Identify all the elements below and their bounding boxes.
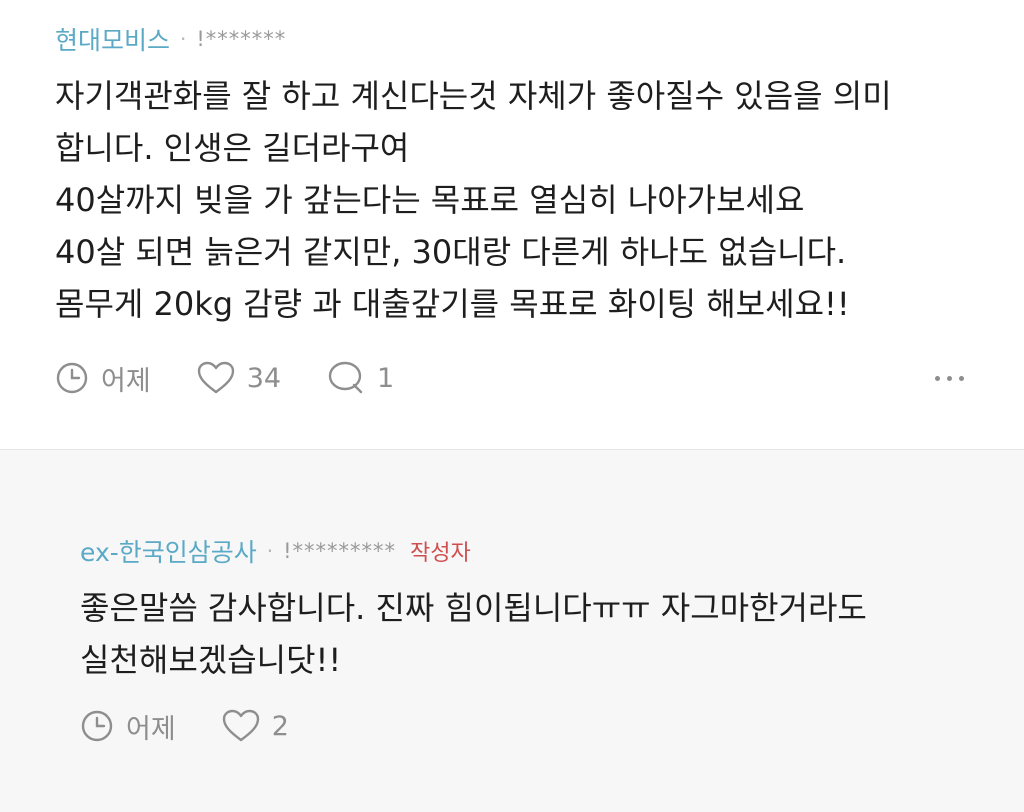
comment-line: 자기객관화를 잘 하고 계신다는것 자체가 좋아질수 있음을 의미 bbox=[55, 77, 892, 115]
reply-meta: ex-한국인삼공사 · !********* 작성자 bbox=[80, 532, 1024, 570]
author-name[interactable]: ex-한국인삼공사 bbox=[80, 533, 257, 569]
heart-icon bbox=[197, 361, 234, 394]
reply-line: 실천해보겠습니닷!! bbox=[80, 641, 342, 679]
author-name[interactable]: 현대모비스 bbox=[55, 21, 170, 57]
timestamp: 어제 bbox=[55, 359, 151, 398]
time-label: 어제 bbox=[126, 713, 176, 745]
comment-body: 자기객관화를 잘 하고 계신다는것 자체가 좋아질수 있음을 의미 합니다. 인… bbox=[55, 70, 1024, 330]
comment-item: 현대모비스 · !******* 자기객관화를 잘 하고 계신다는것 자체가 좋… bbox=[0, 0, 1024, 450]
like-button[interactable]: 34 bbox=[197, 361, 281, 395]
masked-user-id: !********* bbox=[283, 539, 397, 563]
masked-user-id: !******* bbox=[196, 27, 287, 51]
like-count: 34 bbox=[246, 362, 282, 394]
reply-body: 좋은말씀 감사합니다. 진짜 힘이됩니다ㅠㅠ 자그마한거라도 실천해보겠습니닷!… bbox=[80, 582, 1024, 686]
like-count: 2 bbox=[271, 710, 289, 742]
like-button[interactable]: 2 bbox=[222, 709, 289, 743]
reply-actions: 어제 2 bbox=[80, 706, 964, 746]
reply-button[interactable]: 1 bbox=[327, 360, 394, 396]
more-dot bbox=[947, 375, 952, 381]
timestamp: 어제 bbox=[80, 707, 176, 746]
clock-icon bbox=[56, 362, 88, 394]
reply-item: ex-한국인삼공사 · !********* 작성자 좋은말씀 감사합니다. 진… bbox=[0, 450, 1024, 812]
reply-count: 1 bbox=[377, 362, 395, 394]
comment-line: 합니다. 인생은 길더라구여 bbox=[55, 129, 410, 167]
comment-meta: 현대모비스 · !******* bbox=[55, 20, 1024, 58]
comment-line: 40살까지 빚을 가 갚는다는 목표로 열심히 나아가보세요 bbox=[55, 181, 805, 219]
more-dot bbox=[935, 375, 940, 381]
comment-actions: 어제 34 1 bbox=[55, 358, 964, 398]
more-dots-icon[interactable] bbox=[935, 368, 964, 389]
reply-line: 좋은말씀 감사합니다. 진짜 힘이됩니다ㅠㅠ 자그마한거라도 bbox=[80, 589, 867, 627]
speech-bubble-icon bbox=[328, 361, 363, 394]
heart-icon bbox=[222, 709, 259, 742]
clock-icon bbox=[81, 710, 113, 742]
writer-badge: 작성자 bbox=[410, 541, 471, 566]
comment-line: 몸무게 20kg 감량 과 대출갚기를 목표로 화이팅 해보세요!! bbox=[55, 285, 850, 323]
more-dot bbox=[959, 375, 964, 381]
meta-separator: · bbox=[266, 539, 274, 563]
meta-separator: · bbox=[180, 27, 187, 51]
comment-line: 40살 되면 늙은거 같지만, 30대랑 다른게 하나도 없습니다. bbox=[55, 233, 847, 271]
time-label: 어제 bbox=[101, 365, 151, 397]
